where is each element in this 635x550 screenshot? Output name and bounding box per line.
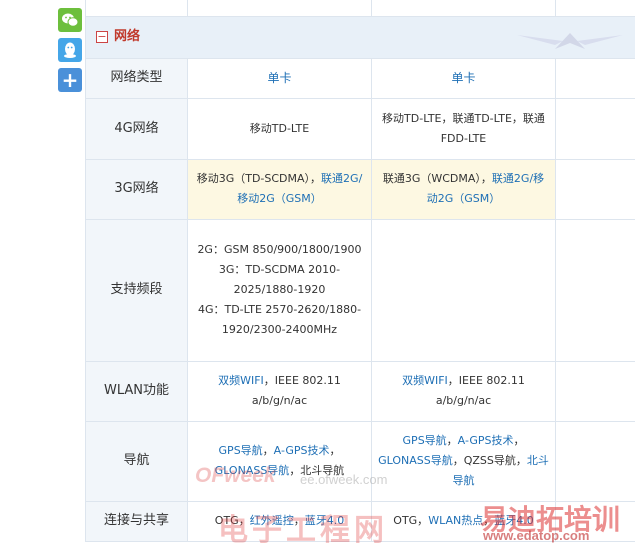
spec-link[interactable]: GLONASS导航 bbox=[378, 454, 453, 467]
spec-text: ，QZSS导航， bbox=[452, 454, 527, 467]
spec-link[interactable]: A-GPS技术 bbox=[458, 434, 514, 447]
spec-table: − 网络 网络类型 单卡 单卡 4G网络 移动TD-LTE 移动TD-LTE，联通… bbox=[85, 0, 635, 542]
strip-cell bbox=[555, 0, 635, 17]
spec-text: ， bbox=[262, 444, 274, 457]
empty-cell bbox=[555, 218, 635, 362]
strip-cell bbox=[85, 0, 188, 17]
spec-row-navigation: 导航 GPS导航，A-GPS技术，GLONASS导航，北斗导航 GPS导航，A-… bbox=[85, 420, 635, 502]
spec-text: OTG， bbox=[393, 514, 429, 527]
spec-value: 双频WIFI，IEEE 802.11 a/b/g/n/ac bbox=[371, 360, 556, 422]
spec-value bbox=[371, 218, 556, 362]
spec-row-3g: 3G网络 移动3G（TD-SCDMA），联通2G/移动2G（GSM） 联通3G（… bbox=[85, 158, 635, 220]
wechat-icon bbox=[62, 13, 79, 27]
spec-text: ， bbox=[329, 444, 341, 457]
share-rail: + bbox=[58, 8, 82, 98]
spec-value: 双频WIFI，IEEE 802.11 a/b/g/n/ac bbox=[187, 360, 372, 422]
spec-text: ， bbox=[513, 434, 525, 447]
spec-row-connectivity: 连接与共享 OTG，红外遥控，蓝牙4.0 OTG，WLAN热点，蓝牙4.0 bbox=[85, 500, 635, 542]
row-label: 3G网络 bbox=[85, 158, 188, 220]
spec-text: ，北斗导航 bbox=[289, 464, 345, 477]
spec-text: ，IEEE 802.11 a/b/g/n/ac bbox=[251, 374, 341, 407]
spec-link[interactable]: 蓝牙4.0 bbox=[494, 514, 534, 527]
empty-cell bbox=[555, 360, 635, 422]
empty-cell bbox=[555, 97, 635, 160]
spec-link[interactable]: GPS导航 bbox=[403, 434, 447, 447]
empty-cell bbox=[555, 158, 635, 220]
spec-link[interactable]: 双频WIFI bbox=[218, 374, 264, 387]
spec-value: 移动TD-LTE，联通TD-LTE，联通FDD-LTE bbox=[371, 97, 556, 160]
spec-link[interactable]: GPS导航 bbox=[219, 444, 263, 457]
section-header-row: − 网络 bbox=[85, 15, 635, 59]
row-label: 连接与共享 bbox=[85, 500, 188, 542]
row-label: 导航 bbox=[85, 420, 188, 502]
spec-text: OTG， bbox=[214, 514, 250, 527]
spec-value: OTG，红外遥控，蓝牙4.0 bbox=[187, 500, 372, 542]
band-line: 3G：TD-SCDMA 2010-2025/1880-1920 bbox=[218, 263, 341, 296]
qq-share-button[interactable] bbox=[58, 38, 82, 62]
row-label: 4G网络 bbox=[85, 97, 188, 160]
spec-row-bands: 支持频段 2G：GSM 850/900/1800/1900 3G：TD-SCDM… bbox=[85, 218, 635, 362]
empty-cell bbox=[555, 57, 635, 99]
spec-value: 移动TD-LTE bbox=[187, 97, 372, 160]
network-type-row: 网络类型 单卡 单卡 bbox=[85, 57, 635, 99]
spec-row-4g: 4G网络 移动TD-LTE 移动TD-LTE，联通TD-LTE，联通FDD-LT… bbox=[85, 97, 635, 160]
spec-text: ， bbox=[293, 514, 305, 527]
wechat-share-button[interactable] bbox=[58, 8, 82, 32]
column-header-2[interactable]: 单卡 bbox=[371, 57, 556, 99]
spec-value: GPS导航，A-GPS技术，GLONASS导航，北斗导航 bbox=[187, 420, 372, 502]
spec-text: 移动3G（TD-SCDMA）， bbox=[196, 172, 322, 185]
section-header: − 网络 bbox=[85, 15, 635, 59]
spec-text: ，IEEE 802.11 a/b/g/n/ac bbox=[435, 374, 525, 407]
spec-value-highlighted: 移动3G（TD-SCDMA），联通2G/移动2G（GSM） bbox=[187, 158, 372, 220]
strip-cell bbox=[187, 0, 372, 17]
spec-value: 2G：GSM 850/900/1800/1900 3G：TD-SCDMA 201… bbox=[187, 218, 372, 362]
row-label: 支持频段 bbox=[85, 218, 188, 362]
spec-row-wlan: WLAN功能 双频WIFI，IEEE 802.11 a/b/g/n/ac 双频W… bbox=[85, 360, 635, 422]
spec-link[interactable]: 双频WIFI bbox=[402, 374, 448, 387]
spec-text: 联通3G（WCDMA）， bbox=[382, 172, 492, 185]
collapse-toggle-button[interactable]: − bbox=[96, 31, 108, 43]
spec-text: ， bbox=[446, 434, 458, 447]
spec-value: GPS导航，A-GPS技术，GLONASS导航，QZSS导航，北斗导航 bbox=[371, 420, 556, 502]
strip-cell bbox=[371, 0, 556, 17]
spec-value-highlighted: 联通3G（WCDMA），联通2G/移动2G（GSM） bbox=[371, 158, 556, 220]
qq-icon bbox=[64, 42, 76, 58]
spec-link[interactable]: WLAN热点 bbox=[428, 514, 483, 527]
wings-emblem-icon bbox=[517, 32, 623, 49]
empty-cell bbox=[555, 420, 635, 502]
spec-link[interactable]: GLONASS导航 bbox=[215, 464, 290, 477]
spec-value: OTG，WLAN热点，蓝牙4.0 bbox=[371, 500, 556, 542]
band-line: 2G：GSM 850/900/1800/1900 bbox=[197, 243, 362, 256]
spec-text: ， bbox=[483, 514, 495, 527]
spec-link[interactable]: 蓝牙4.0 bbox=[305, 514, 345, 527]
band-line: 4G：TD-LTE 2570-2620/1880-1920/2300-2400M… bbox=[197, 303, 362, 336]
section-title: 网络 bbox=[114, 29, 141, 44]
column-header-1[interactable]: 单卡 bbox=[187, 57, 372, 99]
spec-link[interactable]: A-GPS技术 bbox=[274, 444, 330, 457]
row-label: 网络类型 bbox=[85, 57, 188, 99]
top-strip-row bbox=[85, 0, 635, 17]
empty-cell bbox=[555, 500, 635, 542]
more-share-button[interactable]: + bbox=[58, 68, 82, 92]
spec-link[interactable]: 红外遥控 bbox=[250, 514, 294, 527]
row-label: WLAN功能 bbox=[85, 360, 188, 422]
